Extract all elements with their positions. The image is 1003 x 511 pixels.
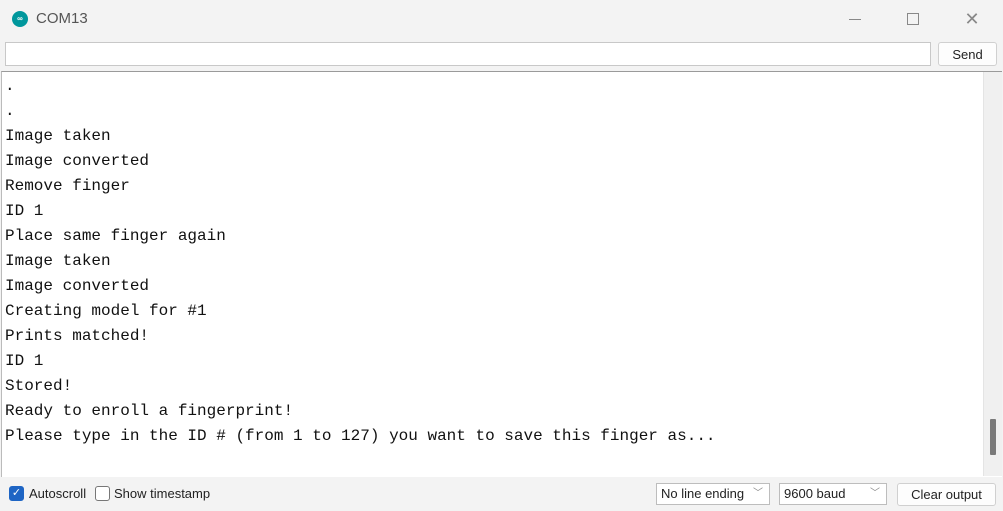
send-button[interactable]: Send [938, 42, 997, 66]
output-line: ID 1 [5, 202, 44, 220]
maximize-icon [907, 13, 919, 25]
close-icon: ✕ [964, 8, 980, 29]
show-timestamp-label[interactable]: Show timestamp [114, 486, 210, 501]
minimize-button[interactable] [825, 0, 885, 38]
line-ending-select[interactable]: No line ending ﹀ [656, 483, 770, 505]
serial-output[interactable]: .. Image taken Image converted Remove finge… [1, 71, 1002, 477]
output-line: Remove finger [5, 177, 130, 195]
minimize-icon [849, 18, 861, 20]
output-line: Image taken [5, 127, 111, 145]
clear-output-button[interactable]: Clear output [897, 483, 996, 506]
chevron-down-icon: ﹀ [753, 488, 763, 499]
check-icon: ✓ [11, 487, 22, 499]
title-bar: ∞ COM13 ✕ [0, 0, 1003, 38]
autoscroll-checkbox[interactable]: ✓ [9, 486, 24, 501]
output-line: Stored! [5, 377, 73, 395]
output-line: Image converted [5, 152, 150, 170]
output-line: . [5, 77, 15, 95]
output-line: . [5, 102, 15, 120]
show-timestamp-checkbox[interactable] [95, 486, 110, 501]
output-line: Place same finger again [5, 227, 226, 245]
maximize-button[interactable] [883, 0, 943, 38]
output-line: Image taken [5, 252, 111, 270]
scrollbar[interactable] [983, 72, 1002, 476]
chevron-down-icon: ﹀ [870, 488, 880, 499]
output-lines: .. Image taken Image converted Remove finge… [5, 74, 716, 449]
close-button[interactable]: ✕ [942, 0, 1002, 38]
output-line: Ready to enroll a fingerprint! [5, 402, 294, 420]
output-line: ID 1 [5, 352, 44, 370]
autoscroll-label[interactable]: Autoscroll [29, 486, 86, 501]
output-line: Creating model for #1 [5, 302, 207, 320]
output-line: Image converted [5, 277, 150, 295]
output-line: Please type in the ID # (from 1 to 127) … [5, 427, 716, 445]
baud-rate-value: 9600 baud [784, 486, 846, 501]
output-line: Prints matched! [5, 327, 150, 345]
arduino-icon: ∞ [12, 11, 28, 27]
send-input[interactable] [5, 42, 931, 66]
baud-rate-select[interactable]: 9600 baud ﹀ [779, 483, 887, 505]
window-title: COM13 [36, 10, 88, 27]
scrollbar-thumb[interactable] [990, 419, 996, 455]
line-ending-value: No line ending [661, 486, 745, 501]
